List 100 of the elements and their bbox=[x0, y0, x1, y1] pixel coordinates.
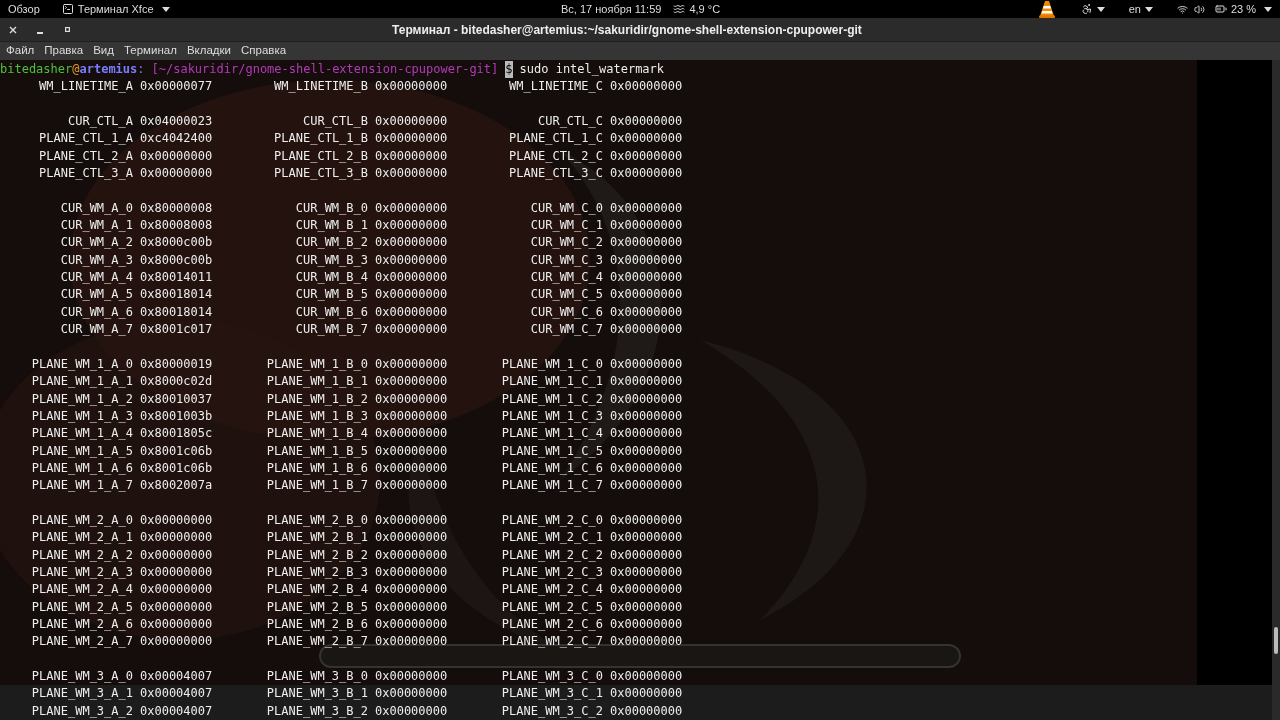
register-value: 0x00000000 bbox=[610, 251, 683, 269]
register-name: PLANE_WM_2_A_3 bbox=[30, 563, 133, 581]
register-value: 0x80018014 bbox=[140, 286, 213, 304]
register-name: PLANE_CTL_1_B bbox=[273, 130, 368, 148]
volume-icon[interactable] bbox=[1193, 3, 1205, 15]
register-value: 0x00000000 bbox=[610, 511, 683, 529]
register-name: PLANE_WM_1_B_4 bbox=[265, 425, 368, 443]
register-name: PLANE_WM_1_A_0 bbox=[30, 355, 133, 373]
register-value: 0x00000000 bbox=[610, 563, 683, 581]
register-name: PLANE_WM_2_A_1 bbox=[30, 529, 133, 547]
menu-item[interactable]: Справка bbox=[241, 42, 287, 60]
register-name: PLANE_WM_2_A_6 bbox=[30, 616, 133, 633]
app-menu[interactable]: Терминал Xfce bbox=[61, 0, 170, 18]
menu-item[interactable]: Терминал bbox=[123, 42, 177, 60]
register-name: PLANE_WM_3_B_1 bbox=[265, 685, 368, 703]
register-name: CUR_CTL_B bbox=[301, 113, 368, 131]
register-name: PLANE_WM_1_A_4 bbox=[30, 425, 133, 443]
register-value: 0x00004007 bbox=[140, 668, 213, 686]
register-name: WM_LINETIME_C bbox=[508, 78, 603, 96]
register-name: PLANE_WM_2_B_2 bbox=[265, 546, 368, 564]
register-value: 0x00000000 bbox=[375, 407, 448, 425]
clock[interactable]: Вс, 17 ноября 11:59 bbox=[561, 0, 662, 18]
register-value: 0x8000c00b bbox=[140, 234, 213, 252]
menu-item[interactable]: Файл bbox=[6, 42, 35, 60]
register-value: 0x00000000 bbox=[140, 633, 213, 651]
register-value: 0x00000000 bbox=[610, 529, 683, 547]
register-value: 0x00000000 bbox=[610, 425, 683, 443]
register-name: CUR_WM_A_3 bbox=[59, 251, 133, 269]
register-value: 0x00000000 bbox=[375, 442, 448, 460]
register-value: 0x00000000 bbox=[610, 407, 683, 425]
register-value: 0x00000000 bbox=[375, 130, 448, 148]
register-name: PLANE_WM_2_C_7 bbox=[500, 633, 603, 651]
register-name: PLANE_WM_2_B_4 bbox=[265, 581, 368, 599]
register-value: 0x00000000 bbox=[610, 303, 683, 321]
register-value: 0x00000000 bbox=[375, 217, 448, 235]
register-value: 0x00000000 bbox=[610, 598, 683, 616]
keyboard-layout-menu[interactable]: en bbox=[1128, 0, 1153, 18]
register-name: PLANE_WM_2_C_3 bbox=[500, 563, 603, 581]
register-name: PLANE_CTL_3_A bbox=[38, 165, 133, 183]
register-name: CUR_WM_C_3 bbox=[529, 251, 603, 269]
register-name: PLANE_WM_2_B_3 bbox=[265, 563, 368, 581]
register-value: 0x00000000 bbox=[610, 668, 683, 686]
register-value: 0x80010037 bbox=[140, 390, 213, 408]
prompt-user: bitedasher bbox=[0, 61, 73, 78]
register-value: 0x00000000 bbox=[375, 511, 448, 529]
register-value: 0x00000000 bbox=[375, 702, 448, 720]
register-name: PLANE_WM_1_B_0 bbox=[265, 355, 368, 373]
overview-button[interactable]: Обзор bbox=[8, 0, 40, 18]
register-name: PLANE_WM_2_B_0 bbox=[265, 511, 368, 529]
register-value: 0x00004007 bbox=[140, 685, 213, 703]
register-value: 0x00000000 bbox=[375, 251, 448, 269]
register-name: PLANE_WM_2_A_5 bbox=[30, 598, 133, 616]
register-value: 0x00000000 bbox=[375, 425, 448, 443]
scrollbar-thumb[interactable] bbox=[1274, 627, 1278, 654]
register-value: 0x00000000 bbox=[610, 442, 683, 460]
prompt-symbol: $ bbox=[505, 61, 513, 79]
register-value: 0x00000000 bbox=[610, 702, 683, 720]
wifi-icon[interactable] bbox=[1176, 3, 1188, 15]
battery-menu[interactable]: 23 % bbox=[1214, 0, 1272, 18]
register-value: 0x00000000 bbox=[610, 321, 683, 339]
register-name: PLANE_CTL_3_B bbox=[273, 165, 368, 183]
register-name: PLANE_CTL_2_C bbox=[508, 147, 603, 165]
register-name: PLANE_WM_1_B_7 bbox=[265, 477, 368, 495]
register-name: PLANE_WM_1_B_6 bbox=[265, 459, 368, 477]
caret-icon bbox=[1264, 6, 1272, 12]
menu-item[interactable]: Вид bbox=[93, 42, 114, 60]
register-name: PLANE_WM_2_A_2 bbox=[30, 546, 133, 564]
command-text: sudo intel_watermark bbox=[519, 61, 665, 78]
register-value: 0x00000000 bbox=[610, 199, 683, 217]
register-name: PLANE_WM_2_A_7 bbox=[30, 633, 133, 651]
register-value: 0x00000000 bbox=[610, 113, 683, 131]
register-value: 0x8001c06b bbox=[140, 459, 213, 477]
accessibility-menu[interactable] bbox=[1080, 3, 1105, 15]
register-value: 0x00000000 bbox=[140, 598, 213, 616]
register-name: PLANE_WM_1_A_2 bbox=[30, 390, 133, 408]
register-value: 0x00000000 bbox=[375, 321, 448, 339]
prompt-colon: : bbox=[137, 61, 145, 78]
register-name: PLANE_WM_1_B_3 bbox=[265, 407, 368, 425]
register-value: 0x00000000 bbox=[140, 165, 213, 183]
register-value: 0xc4042400 bbox=[140, 130, 213, 148]
register-value: 0x00000000 bbox=[610, 147, 683, 165]
register-name: WM_LINETIME_B bbox=[273, 78, 368, 96]
register-value: 0x00000000 bbox=[375, 165, 448, 183]
register-name: CUR_WM_C_6 bbox=[529, 303, 603, 321]
traffic-cone-icon[interactable] bbox=[1038, 0, 1055, 18]
register-name: PLANE_WM_1_C_5 bbox=[500, 442, 603, 460]
register-name: CUR_WM_C_7 bbox=[529, 321, 603, 339]
register-value: 0x00000000 bbox=[610, 130, 683, 148]
register-name: CUR_WM_B_4 bbox=[294, 269, 368, 287]
register-value: 0x80000019 bbox=[140, 355, 213, 373]
register-name: CUR_CTL_C bbox=[536, 113, 603, 131]
menu-item[interactable]: Вкладки bbox=[186, 42, 232, 60]
menu-item[interactable]: Правка bbox=[44, 42, 84, 60]
register-name: WM_LINETIME_A bbox=[38, 78, 133, 96]
register-value: 0x00000000 bbox=[610, 581, 683, 599]
register-value: 0x00000000 bbox=[610, 390, 683, 408]
caret-icon bbox=[1144, 6, 1153, 12]
register-value: 0x00000000 bbox=[140, 546, 213, 564]
register-value: 0x00000000 bbox=[375, 269, 448, 287]
weather-temperature[interactable]: 4,9 °C bbox=[689, 0, 721, 18]
